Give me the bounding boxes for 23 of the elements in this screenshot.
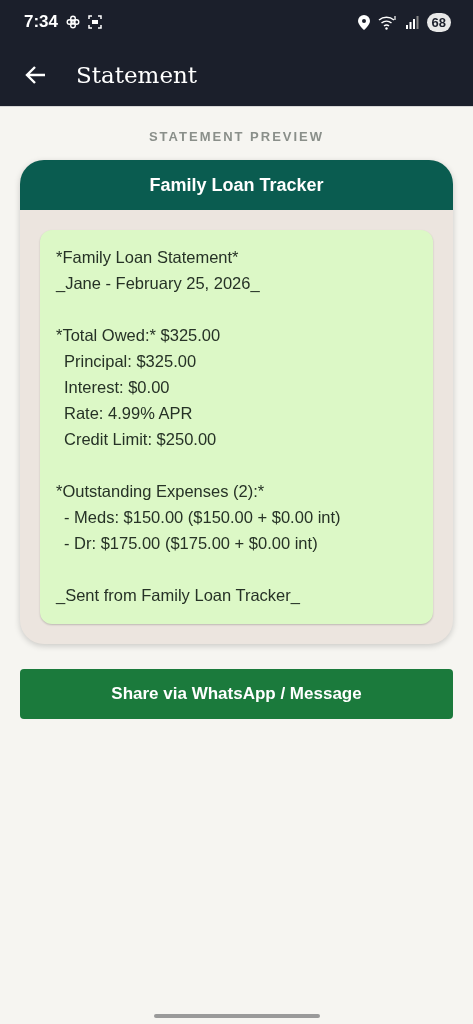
back-icon[interactable] bbox=[24, 65, 46, 85]
message-line: *Family Loan Statement* bbox=[56, 247, 240, 268]
message-line: *Outstanding Expenses (2):* bbox=[56, 481, 266, 502]
message-line: Interest: $0.00 bbox=[63, 377, 171, 398]
message-line: Credit Limit: $250.00 bbox=[63, 429, 218, 450]
location-icon bbox=[357, 14, 370, 30]
status-time: 7:34 bbox=[24, 12, 59, 32]
message-line: - Dr: $175.00 ($175.00 + $0.00 int) bbox=[63, 533, 319, 554]
message-line: *Total Owed:* $325.00 bbox=[56, 325, 222, 346]
message-line: - Meds: $150.00 ($150.00 + $0.00 int) bbox=[63, 507, 342, 528]
message-line: _Sent from Family Loan Tracker_ bbox=[56, 585, 301, 606]
screenshot-icon bbox=[88, 15, 103, 29]
message-line: Principal: $325.00 bbox=[63, 351, 198, 372]
message-line: _Jane - February 25, 2026_ bbox=[56, 273, 261, 294]
message-line: Rate: 4.99% APR bbox=[63, 403, 194, 424]
signal-icon bbox=[405, 15, 419, 29]
fan-icon bbox=[66, 15, 81, 29]
card-header: Family Loan Tracker bbox=[20, 160, 453, 210]
section-label: STATEMENT PREVIEW bbox=[147, 129, 326, 144]
share-button[interactable]: Share via WhatsApp / Message bbox=[20, 669, 453, 719]
wifi-icon bbox=[377, 14, 398, 30]
screen-title: Statement bbox=[76, 62, 198, 88]
battery-level: 68 bbox=[426, 12, 451, 32]
